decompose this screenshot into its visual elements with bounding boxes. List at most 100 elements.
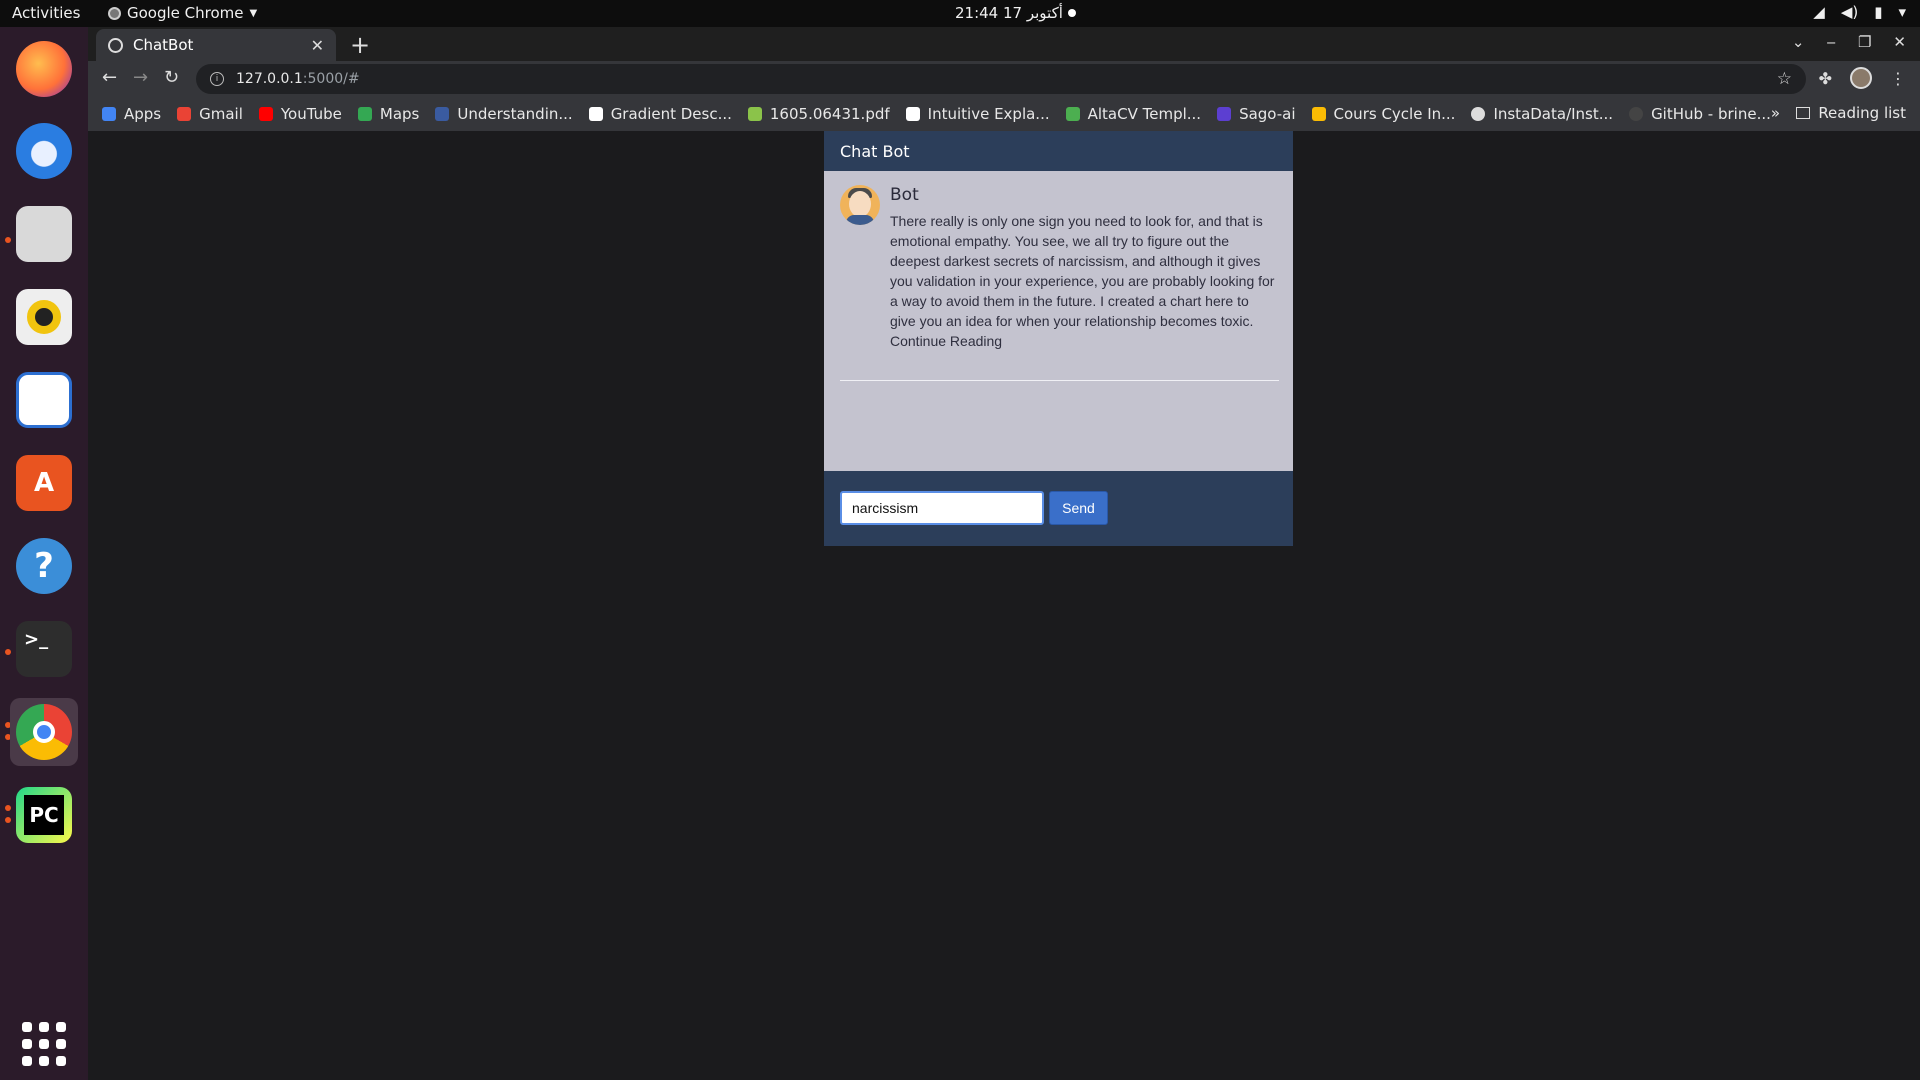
dock-writer[interactable] xyxy=(10,366,78,434)
app-menu-label: Google Chrome xyxy=(127,4,244,22)
bookmark-item[interactable]: Apps xyxy=(102,105,161,123)
message-input[interactable] xyxy=(840,491,1044,525)
dock-thunderbird[interactable] xyxy=(10,117,78,185)
os-top-bar: Activities Google Chrome ▼ 21:44 17 أكتو… xyxy=(0,0,1920,27)
bookmark-item[interactable]: Intuitive Expla... xyxy=(905,105,1050,123)
tab-chatbot[interactable]: ChatBot ✕ xyxy=(96,29,336,61)
extensions-puzzle-icon[interactable]: ✤ xyxy=(1819,69,1832,88)
chrome-small-icon xyxy=(108,6,121,20)
dock-chrome[interactable] xyxy=(10,698,78,766)
clock[interactable]: 21:44 17 أكتوبر xyxy=(955,4,1063,22)
globe-icon xyxy=(1471,107,1486,121)
app-menu[interactable]: Google Chrome ▼ xyxy=(108,4,257,22)
thunderbird-icon xyxy=(16,123,72,179)
dock-software[interactable]: A xyxy=(10,449,78,517)
globe-icon xyxy=(108,37,123,53)
browser-toolbar: ← → ↻ i 127.0.0.1:5000/# ☆ ✤ ⋮ xyxy=(88,61,1920,97)
files-icon xyxy=(16,206,72,262)
new-tab-button[interactable]: + xyxy=(350,31,370,59)
bookmark-item[interactable]: YouTube xyxy=(258,105,342,123)
terminal-icon: >_ xyxy=(16,621,72,677)
bookmark-item[interactable]: Gmail xyxy=(177,105,243,123)
tab-strip: ChatBot ✕ + ⌄ ‒ ❐ ✕ xyxy=(88,27,1920,61)
apps-grid-icon xyxy=(102,107,116,121)
divider xyxy=(840,380,1279,381)
youtube-icon xyxy=(258,107,273,121)
volume-icon: ◀) xyxy=(1840,3,1859,21)
medium-icon xyxy=(588,107,603,121)
firefox-icon xyxy=(16,41,72,97)
writer-icon xyxy=(16,372,72,428)
system-tray[interactable]: ◢ ◀) ▮ ▾ xyxy=(1813,3,1906,21)
overleaf-icon xyxy=(1065,107,1080,121)
gmail-icon xyxy=(177,107,192,121)
reading-list-button[interactable]: Reading list xyxy=(1796,104,1906,122)
bookmark-item[interactable]: Sago-ai xyxy=(1217,105,1296,123)
battery-icon: ▮ xyxy=(1874,3,1883,21)
continue-reading-link[interactable]: Continue Reading xyxy=(890,331,1277,351)
bookmark-item[interactable]: Maps xyxy=(357,105,419,123)
software-icon: A xyxy=(16,455,72,511)
activities-button[interactable]: Activities xyxy=(12,4,80,22)
address-bar[interactable]: i 127.0.0.1:5000/# ☆ xyxy=(196,64,1806,94)
info-icon[interactable]: i xyxy=(210,72,224,86)
caret-down-icon: ▼ xyxy=(249,7,258,19)
bot-message: Bot There really is only one sign you ne… xyxy=(840,185,1277,351)
close-tab-icon[interactable]: ✕ xyxy=(311,36,324,55)
chrome-icon xyxy=(16,704,72,760)
bookmark-item[interactable]: AltaCV Templ... xyxy=(1065,105,1201,123)
dock-rhythmbox[interactable] xyxy=(10,283,78,351)
bookmarks-overflow-button[interactable]: » xyxy=(1771,104,1780,122)
chat-messages[interactable]: Bot There really is only one sign you ne… xyxy=(824,171,1293,471)
message-sender: Bot xyxy=(890,185,919,205)
url-host: 127.0.0.1 xyxy=(236,71,303,87)
dock-help[interactable]: ? xyxy=(10,532,78,600)
maps-icon xyxy=(357,107,372,121)
sago-icon xyxy=(1217,107,1232,121)
rhythmbox-icon xyxy=(16,289,72,345)
url-path: :5000/# xyxy=(302,71,360,87)
bookmark-item[interactable]: GitHub - brine... xyxy=(1629,105,1771,123)
github-icon xyxy=(1629,107,1644,121)
notification-dot-icon xyxy=(1068,9,1076,17)
bookmark-item[interactable]: Gradient Desc... xyxy=(588,105,732,123)
bookmarks-bar: Apps Gmail YouTube Maps Understandin... … xyxy=(88,97,1920,131)
bookmark-item[interactable]: Understandin... xyxy=(435,105,573,123)
help-icon: ? xyxy=(16,538,72,594)
bot-avatar xyxy=(840,185,880,225)
tab-search-icon[interactable]: ⌄ xyxy=(1792,33,1805,51)
bookmark-item[interactable]: InstaData/Inst... xyxy=(1471,105,1613,123)
pdf-favicon-icon xyxy=(747,107,762,121)
message-text: There really is only one sign you need t… xyxy=(890,213,1275,329)
bookmark-item[interactable]: 1605.06431.pdf xyxy=(747,105,890,123)
minimize-icon[interactable]: ‒ xyxy=(1826,33,1836,51)
dock-firefox[interactable] xyxy=(10,35,78,103)
profile-avatar[interactable] xyxy=(1850,67,1872,89)
chat-input-bar: Send xyxy=(824,471,1293,546)
maximize-icon[interactable]: ❐ xyxy=(1858,33,1871,51)
menu-kebab-icon[interactable]: ⋮ xyxy=(1890,69,1906,88)
chatbox: Chat Bot Bot There really is only one si… xyxy=(824,131,1293,546)
tab-title: ChatBot xyxy=(133,36,194,54)
bookmark-star-icon[interactable]: ☆ xyxy=(1777,69,1792,89)
chat-header: Chat Bot xyxy=(824,131,1293,171)
close-window-icon[interactable]: ✕ xyxy=(1893,33,1906,51)
page-viewport: Chat Bot Bot There really is only one si… xyxy=(88,131,1920,1080)
drive-icon xyxy=(1311,107,1326,121)
app-grid-icon xyxy=(22,1022,66,1066)
dock-files[interactable] xyxy=(10,200,78,268)
pycharm-icon: PC xyxy=(16,787,72,843)
wifi-icon: ◢ xyxy=(1813,3,1825,21)
send-button[interactable]: Send xyxy=(1049,491,1108,525)
site-favicon-icon xyxy=(905,107,920,121)
window-controls: ⌄ ‒ ❐ ✕ xyxy=(1792,33,1906,51)
dock-pycharm[interactable]: PC xyxy=(10,781,78,849)
show-apps-button[interactable] xyxy=(10,1010,78,1078)
forward-arrow-icon[interactable]: → xyxy=(133,67,148,88)
bookmark-item[interactable]: Cours Cycle In... xyxy=(1311,105,1455,123)
site-favicon-icon xyxy=(435,107,450,121)
reading-list-icon xyxy=(1796,107,1811,119)
dock-terminal[interactable]: >_ xyxy=(10,615,78,683)
back-arrow-icon[interactable]: ← xyxy=(102,67,117,88)
reload-icon[interactable]: ↻ xyxy=(164,67,179,88)
